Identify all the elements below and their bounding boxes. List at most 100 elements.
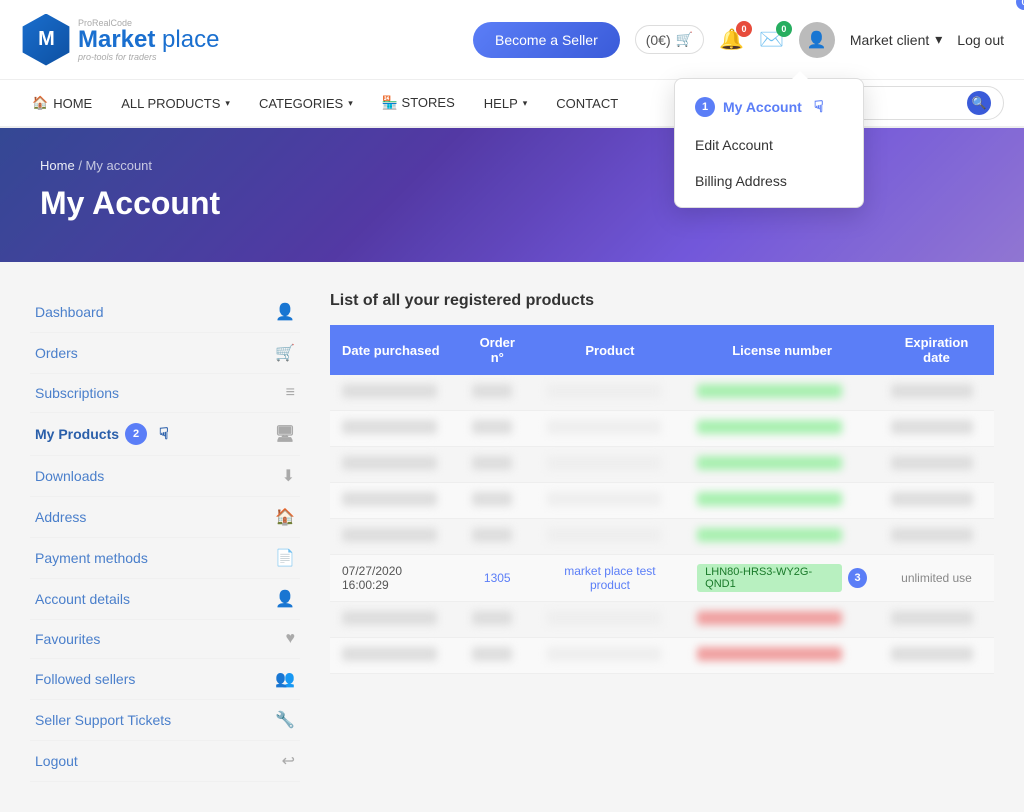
dropdown-billing-address-label: Billing Address (695, 173, 787, 189)
dashboard-icon: 👤 (275, 302, 295, 322)
cell-product (535, 447, 685, 483)
search-button[interactable]: 🔍 (967, 91, 991, 115)
table-area: List of all your registered products Dat… (330, 292, 994, 782)
user-menu[interactable]: Market client ▾ (850, 31, 942, 48)
cell-expiry (879, 483, 994, 519)
table-row (330, 638, 994, 674)
dropdown-my-account-label: My Account (723, 99, 802, 115)
my-products-icon: 🖥 (275, 424, 295, 444)
cell-license (685, 375, 879, 411)
dropdown-badge: 1 (695, 97, 715, 117)
table-row (330, 411, 994, 447)
cell-license (685, 411, 879, 447)
nav-home[interactable]: 🏠 HOME (20, 79, 104, 127)
cart-area[interactable]: (0€) 🛒 0 (635, 25, 704, 54)
sidebar-item-dashboard[interactable]: Dashboard 👤 (30, 292, 300, 333)
bell-icon-btn[interactable]: 🔔 0 (719, 27, 744, 52)
products-table: Date purchased Order n° Product License … (330, 325, 994, 674)
sidebar-item-downloads[interactable]: Downloads ⬇ (30, 456, 300, 497)
sidebar-cursor-icon: ☟ (159, 424, 169, 444)
home-icon: 🏠 (32, 95, 48, 111)
help-arrow-icon: ▾ (523, 98, 528, 109)
nav-all-products[interactable]: ALL PRODUCTS ▾ (109, 79, 242, 127)
order-link[interactable]: 1305 (484, 571, 511, 585)
logout-icon: ↩ (282, 751, 295, 771)
become-seller-button[interactable]: Become a Seller (473, 22, 620, 58)
nav-contact[interactable]: CONTACT (544, 79, 630, 127)
dropdown-edit-account[interactable]: Edit Account (675, 127, 863, 163)
nav-categories[interactable]: CATEGORIES ▾ (247, 79, 365, 127)
cell-expiry: unlimited use (879, 555, 994, 602)
cell-date (330, 411, 460, 447)
orders-icon: 🛒 (275, 343, 295, 363)
sidebar-item-subscriptions[interactable]: Subscriptions ≡ (30, 374, 300, 413)
col-license-number: License number (685, 325, 879, 375)
dropdown-billing-address[interactable]: Billing Address (675, 163, 863, 199)
logo[interactable]: M ProRealCode Market place pro-tools for… (20, 14, 219, 66)
logo-tagline: pro-tools for traders (78, 52, 219, 62)
cell-date (330, 602, 460, 638)
chevron-down-icon: ▾ (935, 31, 942, 48)
avatar[interactable]: 👤 (799, 22, 835, 58)
bell-badge: 0 (736, 21, 752, 37)
sidebar-item-seller-support[interactable]: Seller Support Tickets 🔧 (30, 700, 300, 741)
cell-license: LHN80-HRS3-WY2G-QND1 3 (685, 555, 879, 602)
product-link[interactable]: market place test product (564, 564, 655, 592)
cell-license (685, 602, 879, 638)
table-row (330, 483, 994, 519)
navigation-bar: 🏠 HOME ALL PRODUCTS ▾ CATEGORIES ▾ 🏪 STO… (0, 80, 1024, 128)
cell-product (535, 375, 685, 411)
table-title: List of all your registered products (330, 292, 994, 310)
cell-product (535, 483, 685, 519)
logout-button[interactable]: Log out (957, 32, 1004, 48)
nav-help[interactable]: HELP ▾ (472, 79, 540, 127)
sidebar-item-address[interactable]: Address 🏠 (30, 497, 300, 538)
account-details-icon: 👤 (275, 589, 295, 609)
col-expiration-date: Expiration date (879, 325, 994, 375)
sidebar-item-favourites[interactable]: Favourites ♥ (30, 620, 300, 659)
followed-sellers-icon: 👥 (275, 669, 295, 689)
cell-date (330, 519, 460, 555)
cell-license (685, 519, 879, 555)
mail-icon-btn[interactable]: ✉️ 0 (759, 27, 784, 52)
downloads-icon: ⬇ (282, 466, 295, 486)
logo-hex: M (20, 14, 72, 66)
breadcrumb-home[interactable]: Home (40, 158, 75, 173)
col-order-no: Order n° (460, 325, 535, 375)
header: M ProRealCode Market place pro-tools for… (0, 0, 1024, 80)
col-date-purchased: Date purchased (330, 325, 460, 375)
table-row (330, 447, 994, 483)
sidebar-item-my-products[interactable]: My Products 2 ☟ 🖥 (30, 413, 300, 456)
cell-expiry (879, 638, 994, 674)
sidebar-favourites-label: Favourites (35, 631, 100, 647)
sidebar-my-products-label: My Products (35, 426, 119, 442)
cart-icon: 🛒 (676, 31, 693, 48)
address-icon: 🏠 (275, 507, 295, 527)
cell-order (460, 638, 535, 674)
my-products-badge: 2 (125, 423, 147, 445)
sidebar-item-logout[interactable]: Logout ↩ (30, 741, 300, 782)
hero-section: Home / My account My Account (0, 128, 1024, 262)
sidebar-item-account-details[interactable]: Account details 👤 (30, 579, 300, 620)
dropdown-my-account[interactable]: 1 My Account ☟ (675, 87, 863, 127)
sidebar-item-payment-methods[interactable]: Payment methods 📄 (30, 538, 300, 579)
cell-order (460, 447, 535, 483)
breadcrumb-separator: / (78, 158, 85, 173)
cell-date (330, 375, 460, 411)
seller-support-icon: 🔧 (275, 710, 295, 730)
table-row (330, 375, 994, 411)
account-dropdown: 1 My Account ☟ Edit Account Billing Addr… (674, 78, 864, 208)
row-badge-3: 3 (848, 568, 867, 588)
logo-text: ProRealCode Market place pro-tools for t… (78, 18, 219, 62)
subscriptions-icon: ≡ (286, 384, 295, 402)
sidebar-item-followed-sellers[interactable]: Followed sellers 👥 (30, 659, 300, 700)
nav-stores[interactable]: 🏪 STORES (370, 79, 467, 127)
cell-order (460, 411, 535, 447)
table-row: 07/27/2020 16:00:29 1305 market place te… (330, 555, 994, 602)
sidebar-item-orders[interactable]: Orders 🛒 (30, 333, 300, 374)
sidebar-account-details-label: Account details (35, 591, 130, 607)
cell-license (685, 447, 879, 483)
cell-expiry (879, 411, 994, 447)
cell-order (460, 602, 535, 638)
cell-product (535, 519, 685, 555)
